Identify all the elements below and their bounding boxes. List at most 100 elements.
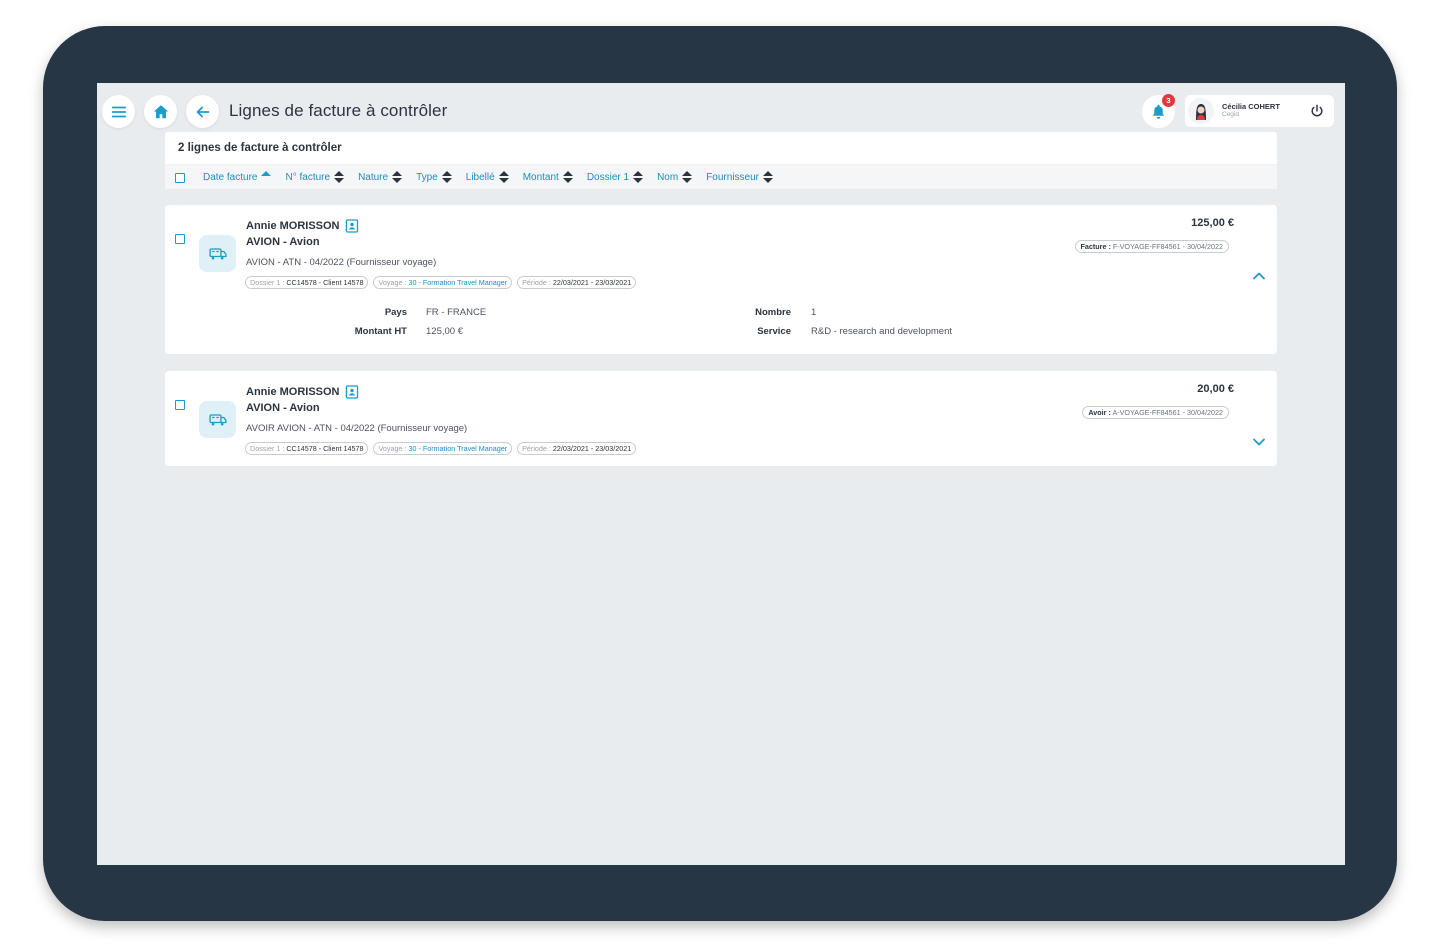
detail-label-service: Service [757, 326, 791, 337]
invoice-line-card[interactable]: Annie MORISSON AVION - Avion AVOIR AVION… [165, 371, 1277, 466]
line-tags: Dossier 1 : CC14578 - Client 14578 Voyag… [245, 276, 641, 289]
detail-label-nombre: Nombre [755, 307, 791, 318]
document-key: Avoir : [1088, 408, 1111, 417]
sort-column[interactable]: Nom [657, 171, 693, 183]
avatar [1188, 98, 1214, 124]
power-icon[interactable] [1309, 103, 1325, 119]
detail-label-pays: Pays [384, 307, 407, 318]
sort-arrows-icon [682, 171, 693, 183]
sort-column[interactable]: Libellé [466, 171, 509, 183]
line-checkbox[interactable] [175, 400, 185, 410]
user-name: Cécilia COHERT [1222, 102, 1280, 111]
tag-value: 30 - Formation Travel Manager [408, 278, 508, 287]
sort-arrows-icon [763, 171, 774, 183]
nature-badge [199, 401, 236, 438]
tag-value: CC14578 - Client 14578 [286, 278, 364, 287]
sort-column-label: Nom [657, 171, 679, 183]
sort-arrows-icon [498, 171, 509, 183]
sort-column-label: Dossier 1 [586, 171, 630, 183]
line-checkbox[interactable] [175, 234, 185, 244]
detail-value-pays: FR - FRANCE [426, 307, 487, 318]
chevron-down-icon[interactable] [1251, 434, 1267, 450]
sort-arrows-icon [261, 170, 272, 178]
menu-icon [111, 106, 126, 117]
tag-key: Dossier 1 : [250, 278, 285, 287]
sort-column-label: Nature [358, 171, 389, 183]
line-title: AVION - Avion [246, 236, 320, 248]
contact-card-icon[interactable] [345, 219, 359, 233]
sort-arrows-icon [441, 171, 452, 183]
sort-column-label: Libellé [465, 171, 495, 183]
sort-column[interactable]: Nature [358, 171, 403, 183]
chevron-up-icon[interactable] [1251, 268, 1267, 284]
sort-column-label: Montant [522, 171, 559, 183]
document-tag: Facture : F-VOYAGE-FF84561 - 30/04/2022 [1074, 240, 1229, 253]
notification-badge: 3 [1162, 94, 1175, 107]
home-icon [153, 104, 168, 118]
document-tag: Avoir : A-VOYAGE-FF84561 - 30/04/2022 [1082, 406, 1229, 419]
sort-column-label: N° facture [285, 171, 331, 183]
sort-column[interactable]: Montant [523, 171, 573, 183]
tag-key: Période : [522, 444, 551, 453]
employee-name: Annie MORISSON [246, 385, 359, 399]
divider [165, 164, 1277, 165]
app-screen: Lignes de facture à contrôler 3 Cécilia … [97, 83, 1345, 865]
list-header: 2 lignes de facture à contrôler Date fac… [165, 132, 1277, 189]
tag-key: Voyage : [378, 444, 407, 453]
tag-dossier: Dossier 1 : CC14578 - Client 14578 [245, 442, 369, 455]
line-description: AVION - ATN - 04/2022 (Fournisseur voyag… [246, 257, 437, 268]
line-title: AVION - Avion [246, 402, 320, 414]
home-button[interactable] [144, 95, 177, 128]
menu-button[interactable] [102, 95, 135, 128]
document-key: Facture : [1080, 242, 1111, 251]
sort-arrows-icon [392, 171, 403, 183]
sort-column-label: Fournisseur [706, 171, 760, 183]
tag-value: 22/03/2021 - 23/03/2021 [552, 444, 632, 453]
employee-name: Annie MORISSON [246, 219, 359, 233]
user-company: Cegid [1222, 111, 1239, 118]
invoice-line-card[interactable]: Annie MORISSON AVION - Avion AVION - ATN… [165, 205, 1277, 354]
sort-column[interactable]: N° facture [285, 171, 345, 183]
employee-name-text: Annie MORISSON [246, 386, 340, 398]
sort-column[interactable]: Date facture [203, 170, 272, 183]
sort-arrows-icon [562, 171, 573, 183]
detail-value-montant-ht: 125,00 € [426, 326, 463, 337]
select-all-checkbox[interactable] [175, 173, 185, 183]
top-bar: Lignes de facture à contrôler 3 Cécilia … [97, 83, 1345, 139]
sort-column-label: Date facture [203, 171, 258, 183]
line-amount: 20,00 € [1197, 383, 1234, 395]
sort-column[interactable]: Type [416, 171, 452, 183]
tag-value: CC14578 - Client 14578 [286, 444, 364, 453]
detail-value-service: R&D - research and development [811, 326, 952, 337]
nature-badge [199, 235, 236, 272]
document-value: F-VOYAGE-FF84561 - 30/04/2022 [1112, 242, 1223, 251]
page-title: Lignes de facture à contrôler [229, 101, 448, 120]
list-count: 2 lignes de facture à contrôler [178, 142, 342, 154]
employee-name-text: Annie MORISSON [246, 220, 340, 232]
detail-label-montant-ht: Montant HT [354, 326, 407, 337]
sort-column[interactable]: Dossier 1 [586, 171, 644, 183]
tag-periode: Période : 22/03/2021 - 23/03/2021 [517, 276, 637, 289]
line-amount: 125,00 € [1191, 217, 1234, 229]
tag-voyage: Voyage : 30 - Formation Travel Manager [373, 442, 513, 455]
line-tags: Dossier 1 : CC14578 - Client 14578 Voyag… [245, 442, 641, 455]
sort-arrows-icon [334, 171, 345, 183]
tag-key: Dossier 1 : [250, 444, 285, 453]
contact-card-icon[interactable] [345, 385, 359, 399]
sort-bar: Date facture N° facture Nature Type Libellé M… [203, 170, 787, 183]
tag-periode: Période : 22/03/2021 - 23/03/2021 [517, 442, 637, 455]
line-description: AVOIR AVION - ATN - 04/2022 (Fournisseur… [246, 423, 468, 434]
train-icon [208, 247, 227, 259]
user-menu[interactable]: Cécilia COHERT Cegid [1185, 95, 1334, 127]
tag-voyage: Voyage : 30 - Formation Travel Manager [373, 276, 513, 289]
sort-arrows-icon [633, 171, 644, 183]
tag-key: Période : [522, 278, 551, 287]
back-button[interactable] [186, 95, 219, 128]
document-value: A-VOYAGE-FF84561 - 30/04/2022 [1112, 408, 1223, 417]
tag-value: 30 - Formation Travel Manager [408, 444, 508, 453]
sort-column[interactable]: Fournisseur [706, 171, 774, 183]
tag-key: Voyage : [378, 278, 407, 287]
detail-value-nombre: 1 [811, 307, 817, 318]
sort-column-label: Type [416, 171, 438, 183]
tag-dossier: Dossier 1 : CC14578 - Client 14578 [245, 276, 369, 289]
